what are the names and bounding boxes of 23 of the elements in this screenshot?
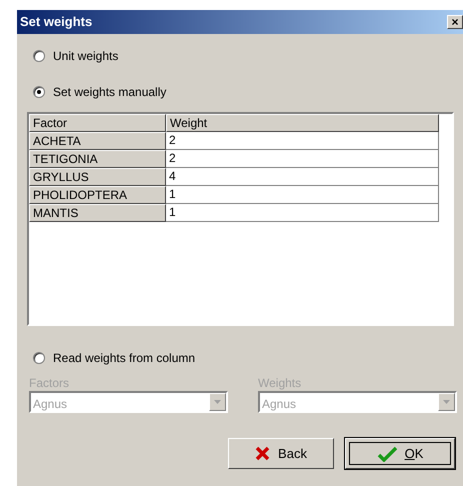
window-title: Set weights — [20, 13, 92, 32]
dropdown-arrow-icon — [443, 400, 450, 404]
row-header: TETIGONIA — [29, 150, 166, 168]
row-header: GRYLLUS — [29, 168, 166, 186]
table-cell[interactable]: 1 — [166, 204, 439, 222]
back-button[interactable]: Back — [228, 438, 334, 469]
ok-button[interactable]: OK — [345, 438, 455, 469]
table-cell[interactable]: 4 — [166, 168, 439, 186]
cross-icon — [255, 446, 270, 461]
check-icon — [376, 446, 397, 462]
row-header: ACHETA — [29, 132, 166, 150]
close-button[interactable]: × — [447, 15, 463, 29]
radio-option[interactable]: Unit weights — [33, 46, 447, 66]
table-cell[interactable]: 2 — [166, 132, 439, 150]
column-header: Weight — [166, 114, 439, 132]
table-cell[interactable]: 1 — [166, 186, 439, 204]
row-header: MANTIS — [29, 204, 166, 222]
radio-option[interactable]: Set weights manually — [33, 82, 447, 102]
column-header: Factor — [29, 114, 166, 132]
dropdown-arrow-icon — [214, 400, 221, 404]
row-header: PHOLIDOPTERA — [29, 186, 166, 204]
table-cell[interactable]: 2 — [166, 150, 439, 168]
radio-option[interactable]: Read weights from column — [33, 348, 447, 368]
